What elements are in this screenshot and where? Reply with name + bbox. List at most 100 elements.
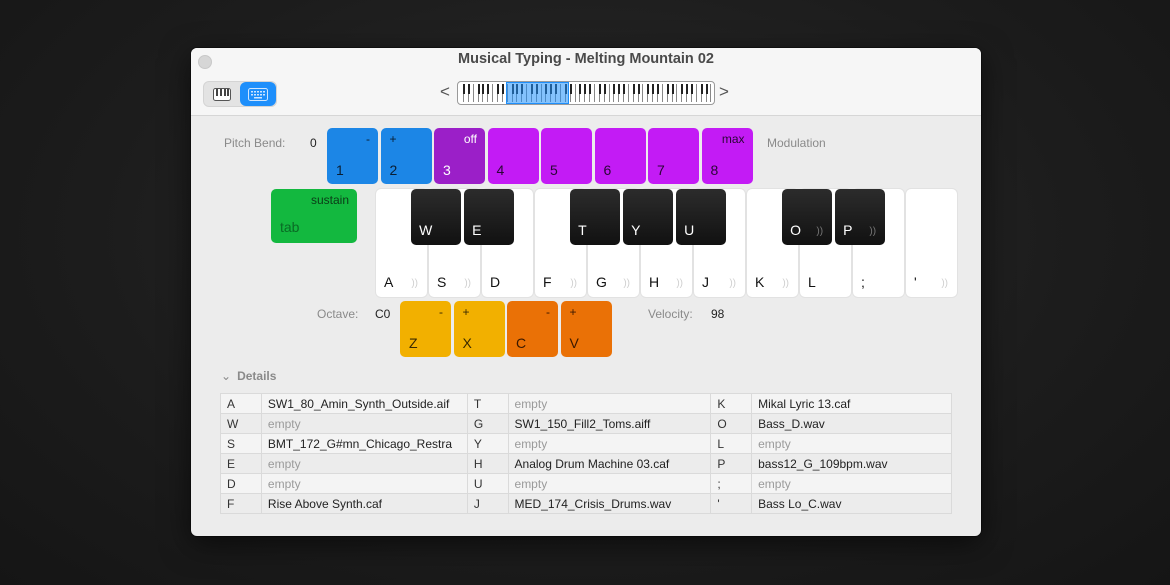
black-key-y[interactable]: Y xyxy=(623,189,674,245)
white-key-letter: G xyxy=(596,274,607,290)
mini-white-key xyxy=(693,84,697,102)
modulation-key-function-label: max xyxy=(721,132,745,146)
mini-white-key xyxy=(625,84,629,102)
white-key-letter: ; xyxy=(861,274,865,290)
white-key-letter: S xyxy=(437,274,447,290)
mini-black-key xyxy=(671,84,674,94)
details-file-cell: empty xyxy=(507,393,712,414)
modulation-key-7[interactable]: 7 xyxy=(648,128,699,184)
velocity-label: Velocity: xyxy=(648,307,693,321)
details-file-cell: empty xyxy=(751,473,952,494)
mini-black-key xyxy=(652,84,655,94)
mini-black-key xyxy=(487,84,490,94)
pitch-bend-key-letter: 2 xyxy=(389,162,398,178)
white-key-letter: K xyxy=(755,274,765,290)
details-row: S BMT_172_G#mn_Chicago_Restra Yempty Lempty xyxy=(220,433,952,454)
details-key-cell: P xyxy=(710,453,753,474)
details-row: Wempty G SW1_150_Fill2_Toms.aiff O Bass_D.wa… xyxy=(220,413,952,434)
details-row: F Rise Above Synth.caf J MED_174_Crisis_Dru… xyxy=(220,493,952,514)
octave-key-x[interactable]: + X xyxy=(453,301,505,357)
black-key-u[interactable]: U xyxy=(676,189,727,245)
octave-key-letter: X xyxy=(462,335,472,351)
modulation-key-8[interactable]: max 8 xyxy=(701,128,753,184)
pitch-bend-label: Pitch Bend: xyxy=(224,136,286,150)
titlebar: Musical Typing - Melting Mountain 02 < > xyxy=(191,48,981,116)
black-key-t[interactable]: T xyxy=(570,189,621,245)
mini-white-key xyxy=(591,84,595,102)
details-file-cell: Mikal Lyric 13.caf xyxy=(751,393,952,414)
details-key-cell: D xyxy=(220,473,262,494)
details-key-cell: S xyxy=(220,433,262,454)
mini-black-key xyxy=(623,84,626,94)
details-table: A SW1_80_Amin_Synth_Outside.aif Tempty K Mik… xyxy=(220,393,952,514)
sound-assigned-icon: )) xyxy=(411,278,418,289)
modulation-key-6[interactable]: 6 xyxy=(594,128,646,184)
velocity-key-c[interactable]: -C xyxy=(507,301,558,357)
keyboard-icon xyxy=(248,87,268,101)
sound-assigned-icon: )) xyxy=(464,278,471,289)
velocity-key-v[interactable]: + V xyxy=(560,301,612,357)
mini-black-key xyxy=(598,84,601,94)
octave-key-z[interactable]: -Z xyxy=(400,301,451,357)
mini-black-key xyxy=(705,84,708,94)
visible-range-selector[interactable] xyxy=(506,82,569,104)
mini-black-key xyxy=(589,84,592,94)
modulation-label: Modulation xyxy=(767,136,826,150)
white-key-10[interactable]: ')) xyxy=(906,189,957,297)
details-file-cell: Bass_D.wav xyxy=(751,413,952,434)
details-key-cell: T xyxy=(466,393,509,414)
details-file-cell: empty xyxy=(260,473,468,494)
details-file-cell: Bass Lo_C.wav xyxy=(751,493,952,514)
details-file-cell: BMT_172_G#mn_Chicago_Restra xyxy=(260,433,468,454)
details-file-cell: empty xyxy=(751,433,952,454)
details-row: Eempty H Analog Drum Machine 03.caf Pbass12… xyxy=(220,453,952,474)
piano-view-button[interactable] xyxy=(204,82,240,106)
mini-black-key xyxy=(637,84,640,94)
white-key-letter: J xyxy=(702,274,709,290)
keyboard-range-overview[interactable] xyxy=(457,81,715,105)
details-row: A SW1_80_Amin_Synth_Outside.aif Tempty K Mik… xyxy=(220,393,952,414)
black-key-w[interactable]: W xyxy=(411,189,462,245)
sustain-key[interactable]: sustain tab xyxy=(271,189,357,243)
white-key-letter: F xyxy=(543,274,552,290)
details-label: Details xyxy=(237,369,277,383)
black-key-letter: T xyxy=(578,222,587,238)
details-key-cell: ' xyxy=(710,493,753,514)
white-key-letter: ' xyxy=(914,274,917,290)
white-key-letter: D xyxy=(490,274,501,290)
octave-key-function-label: - xyxy=(439,305,443,319)
mini-black-key xyxy=(647,84,650,94)
details-key-cell: G xyxy=(466,413,509,434)
black-key-e[interactable]: E xyxy=(464,189,515,245)
white-key-letter: A xyxy=(384,274,394,290)
black-key-letter: U xyxy=(684,222,695,238)
details-key-cell: A xyxy=(220,393,262,414)
details-key-cell: F xyxy=(220,493,262,514)
black-key-o[interactable]: O)) xyxy=(782,189,833,245)
black-key-letter: E xyxy=(472,222,482,238)
octave-range-prev-button[interactable]: < xyxy=(440,82,450,102)
details-file-cell: bass12_G_109bpm.wav xyxy=(751,453,952,474)
sustain-label: sustain xyxy=(310,193,349,207)
modulation-key-4[interactable]: 4 xyxy=(487,128,539,184)
modulation-key-5[interactable]: 5 xyxy=(541,128,592,184)
white-key-letter: H xyxy=(649,274,660,290)
black-key-p[interactable]: P)) xyxy=(835,189,886,245)
details-disclosure[interactable]: ⌄ Details xyxy=(221,369,276,383)
mini-black-key xyxy=(463,84,465,94)
octave-value: C0 xyxy=(375,307,391,321)
modulation-key-letter: 8 xyxy=(710,162,719,178)
mini-black-key xyxy=(482,84,485,94)
piano-keys-icon xyxy=(213,87,231,101)
sound-assigned-icon: )) xyxy=(729,278,736,289)
sound-assigned-icon: )) xyxy=(869,226,877,237)
modulation-key-3[interactable]: off 3 xyxy=(434,128,485,184)
sound-assigned-icon: )) xyxy=(941,278,948,289)
details-key-cell: ; xyxy=(710,473,753,494)
keyboard-view-button[interactable] xyxy=(240,82,276,106)
details-key-cell: H xyxy=(466,453,509,474)
pitch-bend-key-2[interactable]: +2 xyxy=(380,128,432,184)
details-key-cell: U xyxy=(466,473,509,494)
octave-range-next-button[interactable]: > xyxy=(719,82,729,102)
pitch-bend-key-1[interactable]: -1 xyxy=(327,128,378,184)
